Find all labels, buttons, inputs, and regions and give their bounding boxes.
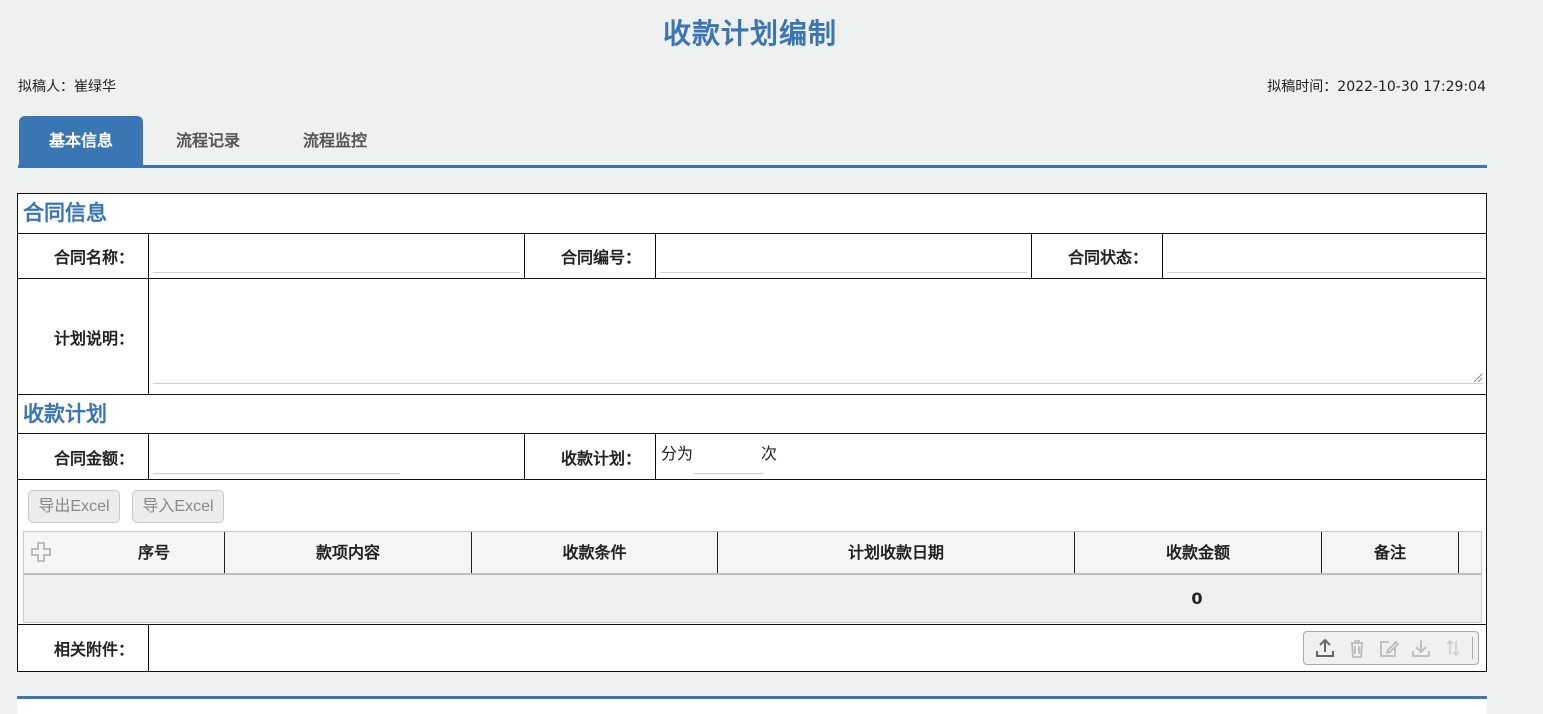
tab-basic-info[interactable]: 基本信息 [19, 116, 143, 165]
split-count-input[interactable] [694, 449, 764, 474]
contract-name-input[interactable] [153, 248, 520, 273]
contract-amount-label: 合同金额： [18, 434, 149, 479]
drafter-info: 拟稿人：崔绿华 [18, 79, 116, 95]
column-header-planned-date[interactable]: 计划收款日期 [718, 532, 1075, 573]
contract-number-label: 合同编号： [525, 234, 656, 278]
tab-process-monitoring[interactable]: 流程监控 [275, 116, 395, 165]
payment-plan-cell: 分为 次 [656, 434, 1486, 479]
split-suffix: 次 [761, 444, 778, 463]
export-excel-button[interactable]: 导出Excel [28, 490, 120, 523]
section-title-contract: 合同信息 [23, 201, 107, 225]
column-header-amount[interactable]: 收款金额 [1075, 532, 1322, 573]
download-icon[interactable] [1408, 636, 1433, 661]
next-panel-edge [17, 699, 1487, 714]
section-header-payment: 收款计划 [18, 395, 1486, 434]
payment-plan-grid: 序号 款项内容 收款条件 计划收款日期 收款金额 备注 0 [23, 531, 1482, 623]
attachments-label: 相关附件： [18, 625, 149, 671]
contract-form: 合同信息 合同名称： 合同编号： 合同状态： 计划说明： 收款计划 合同金额： … [17, 193, 1487, 672]
attachments-row: 相关附件： [18, 625, 1486, 671]
section-header-contract: 合同信息 [18, 194, 1486, 234]
section-title-payment: 收款计划 [23, 402, 107, 426]
split-prefix: 分为 [661, 444, 694, 463]
contract-name-label: 合同名称： [18, 234, 149, 278]
tab-process-records[interactable]: 流程记录 [149, 116, 267, 165]
contract-number-cell [656, 234, 1032, 278]
contract-amount-input[interactable] [153, 449, 400, 474]
payment-info-row: 合同金额： 收款计划： 分为 次 [18, 434, 1486, 480]
contract-status-label: 合同状态： [1032, 234, 1163, 278]
page-title: 收款计划编制 [662, 17, 837, 50]
contract-amount-cell [149, 434, 525, 479]
contract-number-input[interactable] [660, 248, 1027, 273]
contract-info-row: 合同名称： 合同编号： 合同状态： [18, 234, 1486, 279]
delete-icon[interactable] [1344, 636, 1369, 661]
contract-status-cell [1163, 234, 1486, 278]
resize-grip-icon[interactable] [1473, 373, 1483, 383]
upload-icon[interactable] [1312, 636, 1337, 661]
grid-header: 序号 款项内容 收款条件 计划收款日期 收款金额 备注 [24, 532, 1481, 575]
attachments-cell [149, 625, 1486, 671]
contract-name-cell [149, 234, 525, 278]
import-excel-button[interactable]: 导入Excel [132, 490, 224, 523]
grid-summary-row: 0 [24, 575, 1481, 622]
column-header-condition[interactable]: 收款条件 [472, 532, 718, 573]
toolbar-divider [1472, 637, 1473, 659]
attachment-toolbar [1303, 631, 1479, 665]
column-header-index[interactable]: 序号 [24, 532, 225, 573]
payment-grid-row: 导出Excel 导入Excel 序号 款项内容 收款条件 计划收款日期 收款金额… [18, 480, 1486, 625]
plan-description-label: 计划说明： [18, 279, 149, 394]
contract-status-input[interactable] [1167, 248, 1482, 273]
edit-icon[interactable] [1376, 636, 1401, 661]
tab-bar: 基本信息 流程记录 流程监控 [18, 116, 1487, 168]
sort-icon[interactable] [1440, 636, 1465, 661]
column-header-remarks[interactable]: 备注 [1322, 532, 1459, 573]
plan-description-row: 计划说明： [18, 279, 1486, 395]
plan-description-cell [149, 279, 1486, 394]
total-amount: 0 [1191, 589, 1203, 608]
payment-plan-label: 收款计划： [525, 434, 656, 479]
draft-time-info: 拟稿时间：2022-10-30 17:29:04 [1267, 79, 1486, 95]
column-header-item-content[interactable]: 款项内容 [225, 532, 472, 573]
plan-description-textarea[interactable] [153, 283, 1483, 384]
